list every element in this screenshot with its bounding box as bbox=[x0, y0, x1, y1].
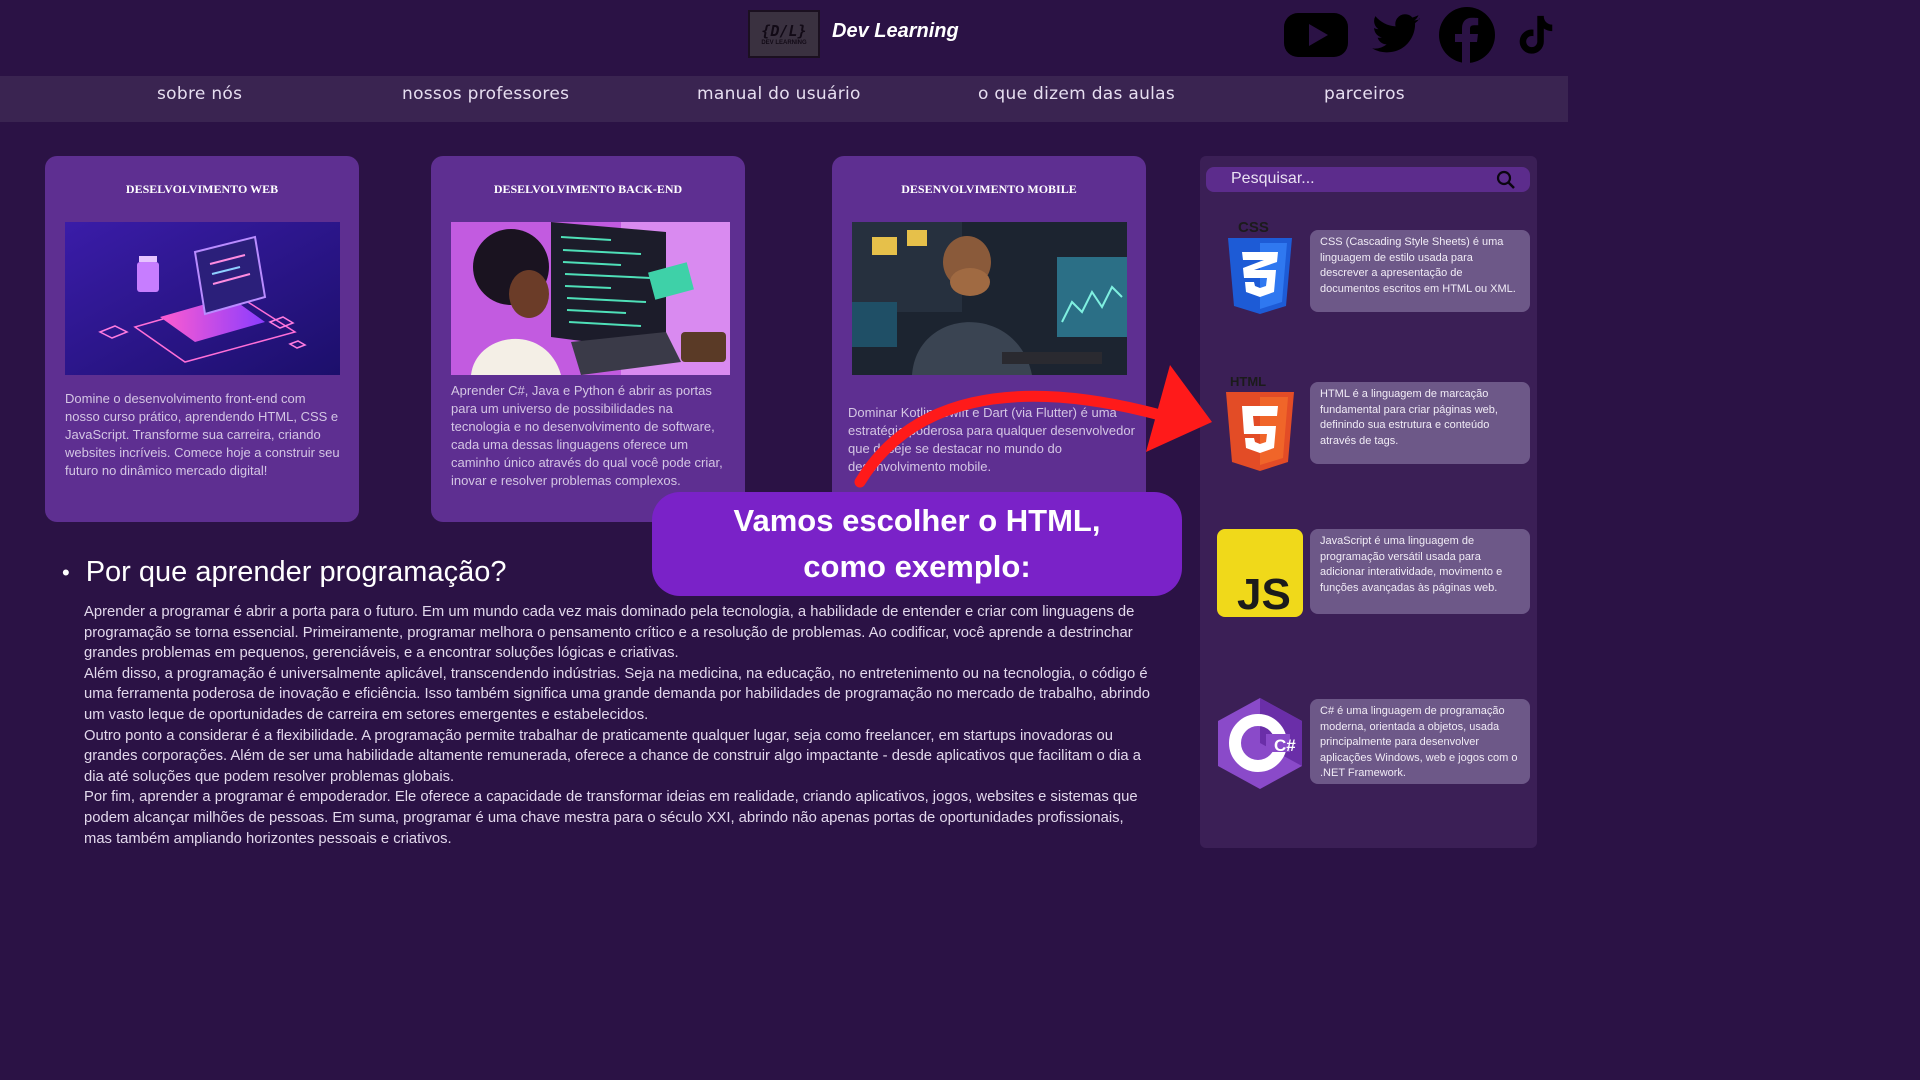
twitter-icon[interactable] bbox=[1366, 6, 1426, 64]
search-bar[interactable]: Pesquisar... bbox=[1206, 167, 1530, 192]
card-back-end-development[interactable]: DESELVOLVIMENTO BACK-END Aprender C#, Ja… bbox=[431, 156, 745, 522]
nav-item-sobre-nos[interactable]: sobre nós bbox=[157, 84, 242, 104]
html-icon-label: HTML bbox=[1230, 374, 1266, 389]
paragraph: Outro ponto a considerar é a flexibilida… bbox=[84, 727, 1141, 785]
card-web-development[interactable]: DESELVOLVIMENTO WEB Domine o desenvolvim… bbox=[45, 156, 359, 522]
facebook-icon[interactable] bbox=[1436, 6, 1498, 64]
card-title: DESENVOLVIMENTO MOBILE bbox=[901, 182, 1077, 196]
nav-item-o-que-dizem-das-aulas[interactable]: o que dizem das aulas bbox=[978, 84, 1175, 104]
csharp-description: C# é uma linguagem de programação modern… bbox=[1310, 699, 1530, 784]
callout-banner: Vamos escolher o HTML, como exemplo: bbox=[652, 492, 1182, 596]
callout-line-2: como exemplo: bbox=[803, 549, 1031, 584]
card-image-programmer bbox=[852, 222, 1127, 375]
header: {D/L} DEV LEARNING Dev Learning bbox=[0, 0, 1568, 76]
html-description: HTML é a linguagem de marcação fundament… bbox=[1310, 382, 1530, 464]
brand-name: Dev Learning bbox=[832, 20, 959, 42]
javascript-icon[interactable]: JS bbox=[1217, 529, 1303, 622]
paragraph: Aprender a programar é abrir a porta par… bbox=[84, 604, 1135, 662]
csharp-icon-label: C# bbox=[1274, 736, 1296, 755]
nav-item-manual-do-usuario[interactable]: manual do usuário bbox=[697, 84, 861, 104]
youtube-icon[interactable] bbox=[1282, 6, 1350, 64]
logo[interactable]: {D/L} DEV LEARNING bbox=[748, 10, 820, 58]
search-icon[interactable] bbox=[1496, 170, 1516, 195]
javascript-description: JavaScript é uma linguagem de programaçã… bbox=[1310, 529, 1530, 614]
search-input[interactable]: Pesquisar... bbox=[1231, 170, 1315, 188]
section-title: Por que aprender programação? bbox=[85, 556, 507, 588]
csharp-icon[interactable]: C# bbox=[1216, 696, 1304, 795]
css-description: CSS (Cascading Style Sheets) é uma lingu… bbox=[1310, 230, 1530, 312]
paragraph: Além disso, a programação é universalmen… bbox=[84, 665, 1151, 723]
card-title: DESELVOLVIMENTO BACK-END bbox=[493, 182, 683, 196]
paragraph: Por fim, aprender a programar é empodera… bbox=[84, 789, 1138, 847]
card-image-developer bbox=[451, 222, 730, 375]
logo-subtext: DEV LEARNING bbox=[761, 40, 807, 46]
nav-item-parceiros[interactable]: parceiros bbox=[1324, 84, 1405, 104]
card-description: Aprender C#, Java e Python é abrir as po… bbox=[451, 383, 723, 488]
css-icon-label: CSS bbox=[1238, 219, 1269, 236]
sidebar: Pesquisar... CSS CSS (Cascading Style Sh… bbox=[1200, 156, 1537, 848]
callout-line-1: Vamos escolher o HTML, bbox=[733, 503, 1101, 538]
nav-item-nossos-professores[interactable]: nossos professores bbox=[402, 84, 569, 104]
card-image-laptop bbox=[65, 222, 340, 375]
js-icon-label: JS bbox=[1237, 570, 1291, 617]
arrow-icon bbox=[840, 360, 1220, 495]
css-icon[interactable]: CSS bbox=[1222, 218, 1298, 323]
tiktok-icon[interactable] bbox=[1510, 6, 1560, 64]
main-nav: sobre nós nossos professores manual do u… bbox=[0, 76, 1568, 122]
card-description: Domine o desenvolvimento front-end com n… bbox=[65, 391, 340, 478]
logo-text: {D/L} bbox=[761, 22, 807, 40]
section-body: Aprender a programar é abrir a porta par… bbox=[84, 602, 1154, 849]
bullet-icon: • bbox=[62, 559, 70, 585]
html-icon[interactable]: HTML bbox=[1222, 374, 1298, 479]
section-heading: • Por que aprender programação? bbox=[62, 556, 506, 589]
card-title: DESELVOLVIMENTO WEB bbox=[125, 182, 279, 196]
